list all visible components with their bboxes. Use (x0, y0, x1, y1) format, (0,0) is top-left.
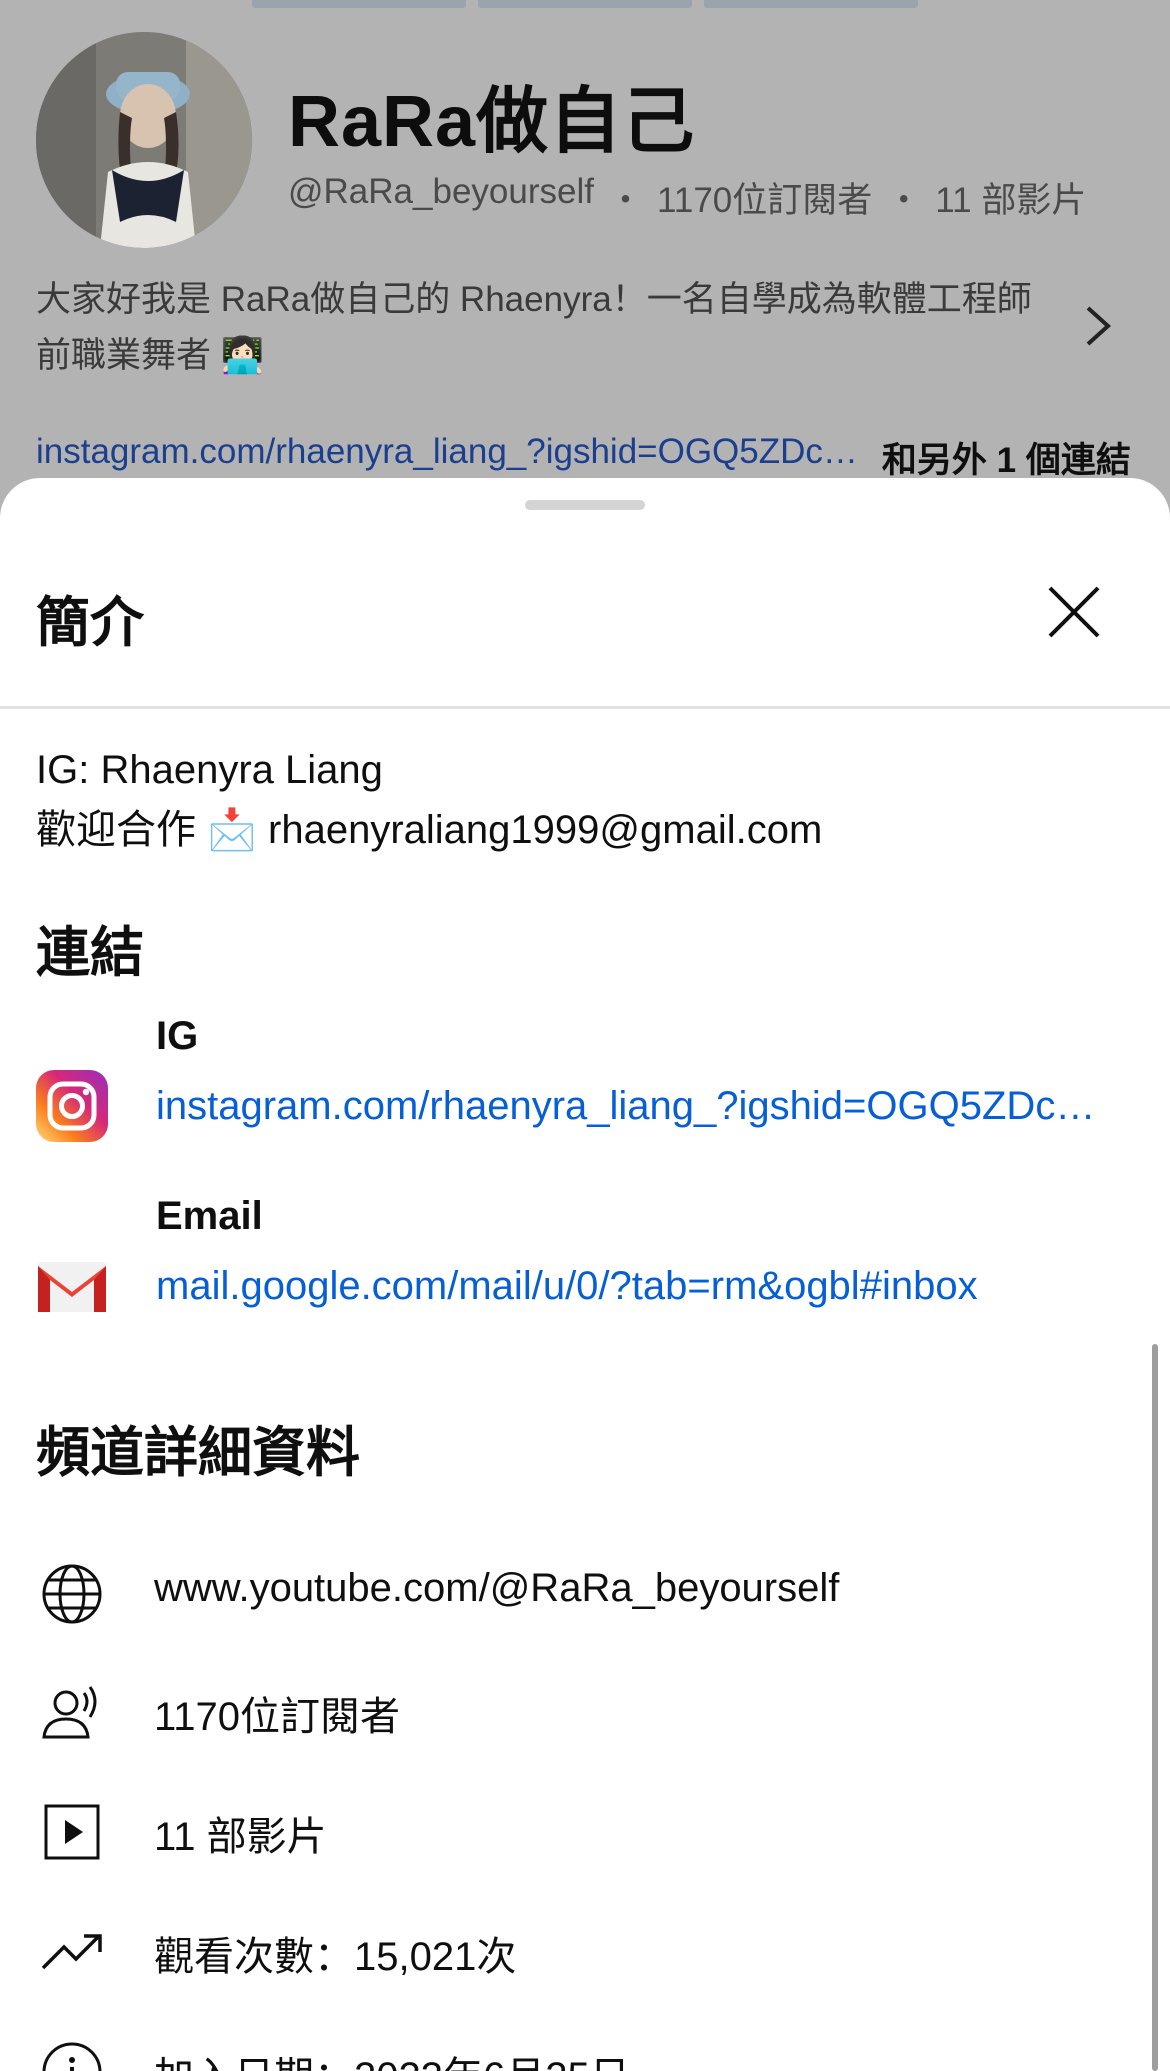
video-play-icon (36, 1796, 108, 1868)
detail-row-joined: 加入日期：2023年6月25日 (0, 2030, 1170, 2071)
trending-icon (36, 1916, 108, 1988)
channel-url[interactable]: www.youtube.com/@RaRa_beyourself (154, 1566, 839, 1611)
link-title: IG (156, 1014, 199, 1058)
video-count: 11 部影片 (154, 1815, 327, 1859)
header-instagram-link[interactable]: instagram.com/rhaenyra_liang_?igshid=OGQ… (36, 432, 858, 483)
detail-row-views: 觀看次數：15,021次 (0, 1910, 1170, 1990)
link-item-email[interactable]: Email mail.google.com/mail/u/0/?tab=rm&o… (0, 1194, 1170, 1364)
sheet-divider (0, 706, 1170, 709)
info-icon (36, 2036, 108, 2071)
link-url[interactable]: mail.google.com/mail/u/0/?tab=rm&ogbl#in… (156, 1264, 978, 1309)
detail-row-videos: 11 部影片 (0, 1790, 1170, 1870)
chevron-right-icon[interactable] (1080, 304, 1116, 348)
join-date: 加入日期：2023年6月25日 (154, 2044, 630, 2071)
about-line: 歡迎合作 📩 rhaenyraliang1999@gmail.com (36, 808, 823, 852)
link-url[interactable]: instagram.com/rhaenyra_liang_?igshid=OGQ… (156, 1084, 1095, 1129)
about-line: IG: Rhaenyra Liang (36, 748, 383, 792)
banner-thumbnail (478, 0, 692, 8)
sheet-title: 簡介 (36, 593, 144, 653)
view-count: 觀看次數：15,021次 (154, 1935, 517, 1979)
sheet-drag-handle[interactable] (525, 500, 645, 510)
subscribers-icon (36, 1676, 108, 1748)
instagram-icon (36, 1070, 108, 1142)
banner-thumbnail (704, 0, 918, 8)
gmail-icon (38, 1262, 106, 1312)
link-title: Email (156, 1194, 263, 1238)
avatar-image (36, 32, 252, 248)
more-links-button[interactable]: 和另外 1 個連結 (882, 432, 1131, 483)
detail-row-url[interactable]: www.youtube.com/@RaRa_beyourself (0, 1552, 1170, 1632)
banner-thumbnails (252, 0, 918, 8)
close-icon (1048, 586, 1100, 638)
channel-subscriber-count: 1170位訂閱者 (656, 181, 873, 220)
globe-icon (36, 1558, 108, 1630)
channel-meta: @RaRa_beyourself ・ 1170位訂閱者 ・ 11 部影片 (288, 172, 1086, 223)
channel-video-count: 11 部影片 (935, 181, 1087, 220)
about-description: IG: Rhaenyra Liang 歡迎合作 📩 rhaenyraliang1… (36, 740, 822, 860)
details-section-title: 頻道詳細資料 (36, 1423, 360, 1483)
close-button[interactable] (1036, 574, 1112, 650)
channel-handle: @RaRa_beyourself (288, 172, 594, 211)
banner-thumbnail (252, 0, 466, 8)
channel-avatar[interactable] (36, 32, 252, 248)
scrollbar[interactable] (1152, 1344, 1158, 2071)
about-sheet: 簡介 IG: Rhaenyra Liang 歡迎合作 📩 rhaenyralia… (0, 478, 1170, 2071)
separator-dot: ・ (607, 181, 643, 220)
subscriber-count: 1170位訂閱者 (154, 1695, 401, 1739)
channel-header-backdrop: RaRa做自己 @RaRa_beyourself ・ 1170位訂閱者 ・ 11… (0, 0, 1170, 520)
links-section-title: 連結 (36, 923, 144, 983)
separator-dot: ・ (886, 181, 922, 220)
header-links: instagram.com/rhaenyra_liang_?igshid=OGQ… (36, 432, 1131, 483)
link-item-instagram[interactable]: IG instagram.com/rhaenyra_liang_?igshid=… (0, 1014, 1170, 1184)
channel-name: RaRa做自己 (288, 82, 696, 162)
detail-row-subscribers: 1170位訂閱者 (0, 1670, 1170, 1750)
channel-description[interactable]: 大家好我是 RaRa做自己的 Rhaenyra！一名自學成為軟體工程師前職業舞者… (36, 272, 1056, 384)
